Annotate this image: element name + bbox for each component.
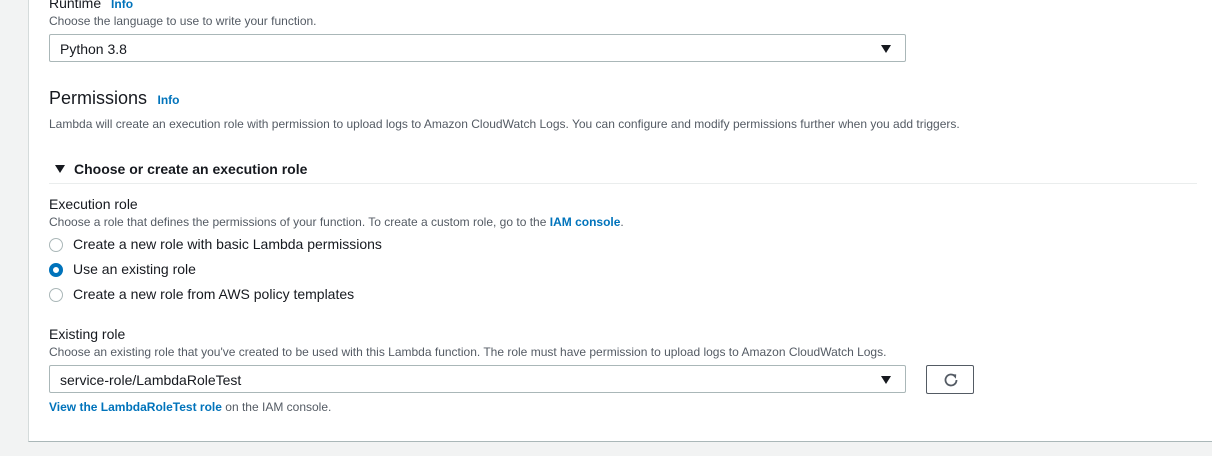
execution-role-label: Execution role	[49, 196, 138, 212]
runtime-info-link[interactable]: Info	[111, 0, 133, 11]
triangle-down-icon	[55, 165, 65, 173]
permissions-heading: Permissions Info	[49, 88, 179, 109]
radio-label: Use an existing role	[73, 261, 196, 277]
view-role-text: View the LambdaRoleTest role on the IAM …	[49, 400, 331, 414]
execution-role-description: Choose a role that defines the permissio…	[49, 215, 624, 229]
radio-label: Create a new role from AWS policy templa…	[73, 286, 355, 302]
view-role-link[interactable]: View the LambdaRoleTest role	[49, 400, 222, 414]
radio-button[interactable]	[49, 288, 63, 302]
runtime-label-text: Runtime	[49, 0, 102, 11]
permissions-description: Lambda will create an execution role wit…	[49, 117, 960, 131]
runtime-select-value: Python 3.8	[60, 41, 127, 57]
execution-role-description-text: Choose a role that defines the permissio…	[49, 215, 547, 229]
permissions-title: Permissions	[49, 88, 148, 108]
iam-console-link[interactable]: IAM console	[550, 215, 621, 229]
permissions-info-link[interactable]: Info	[157, 93, 179, 107]
radio-button[interactable]	[49, 238, 63, 252]
radio-button-selected[interactable]	[49, 263, 63, 277]
existing-role-label: Existing role	[49, 326, 126, 342]
runtime-description: Choose the language to use to write your…	[49, 14, 317, 28]
refresh-icon	[944, 373, 958, 387]
caret-down-icon	[881, 376, 891, 384]
existing-role-select[interactable]: service-role/LambdaRoleTest	[49, 365, 906, 393]
existing-role-description: Choose an existing role that you've crea…	[49, 345, 887, 359]
view-role-suffix: on the IAM console.	[225, 400, 332, 414]
expander-label: Choose or create an execution role	[74, 161, 308, 177]
refresh-button[interactable]	[926, 365, 974, 394]
existing-role-select-value: service-role/LambdaRoleTest	[60, 372, 242, 388]
caret-down-icon	[881, 45, 891, 53]
radio-label: Create a new role with basic Lambda perm…	[73, 236, 382, 252]
execution-role-description-suffix: .	[620, 215, 624, 229]
expander-divider	[49, 183, 1197, 184]
runtime-label: Runtime Info	[49, 0, 133, 11]
runtime-select[interactable]: Python 3.8	[49, 34, 906, 62]
